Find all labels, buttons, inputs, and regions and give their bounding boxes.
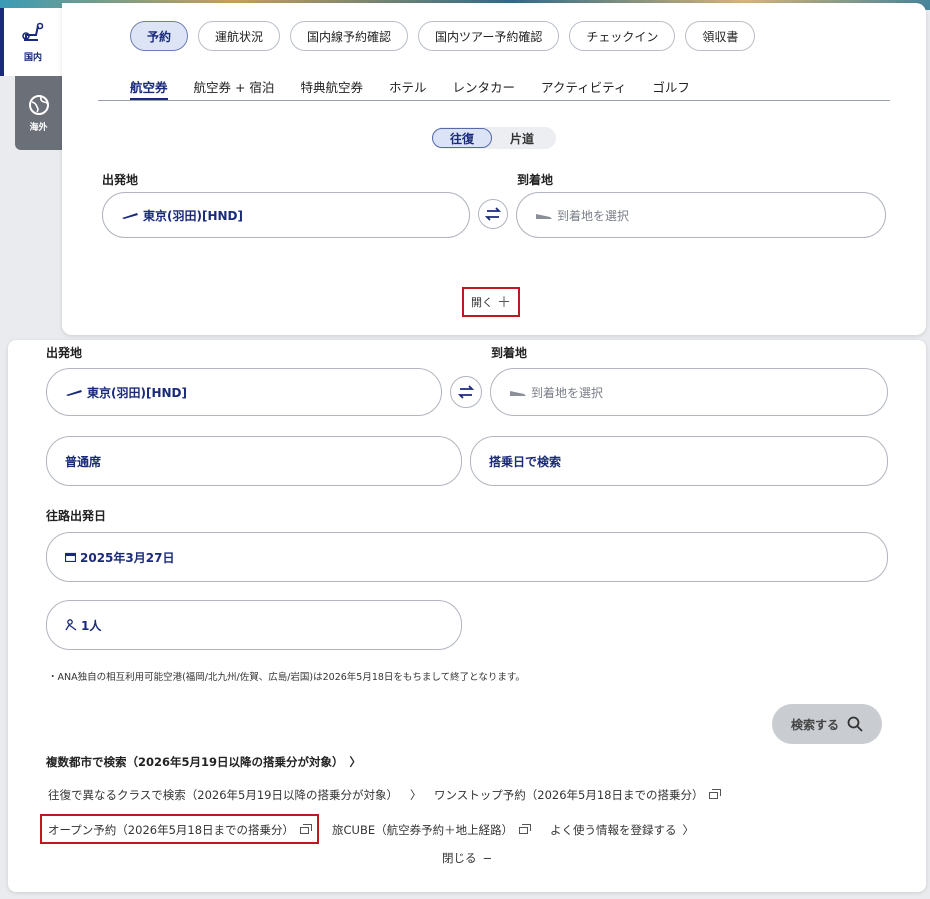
domestic-tab[interactable]: 国内 [0, 8, 62, 76]
swap-button-2[interactable] [450, 376, 482, 408]
tab-golf[interactable]: ゴルフ [652, 73, 690, 100]
nav-checkin[interactable]: チェックイン [569, 21, 676, 51]
passenger-value: 1人 [81, 618, 102, 633]
departure-label: 出発地 [102, 173, 139, 187]
plus-icon: ＋ [497, 295, 511, 311]
plane-takeoff-icon [122, 213, 138, 219]
external-link-icon [300, 823, 313, 834]
international-tab-label: 海外 [29, 122, 48, 133]
open-booking-link[interactable]: オープン予約（2026年5月18日までの搭乗分） [48, 822, 313, 838]
nav-tour-booking-check[interactable]: 国内ツアー予約確認 [418, 21, 560, 51]
nav-flight-status[interactable]: 運航状況 [198, 21, 281, 51]
arrival-label-2: 到着地 [491, 346, 528, 360]
multi-city-label: 複数都市で検索（2026年5月19日以降の搭乗分が対象） [46, 755, 344, 769]
trip-type-toggle: 往復 片道 [432, 127, 556, 149]
seat-icon [22, 22, 44, 41]
product-tabs: 航空券 航空券 + 宿泊 特典航空券 ホテル レンタカー アクティビティ ゴルフ [98, 73, 890, 101]
globe-icon [28, 94, 49, 115]
minus-icon: − [482, 851, 493, 865]
international-tab[interactable]: 海外 [15, 76, 62, 150]
tab-award-ticket[interactable]: 特典航空券 [300, 73, 363, 100]
person-icon [65, 619, 77, 631]
departure-label-2: 出発地 [46, 346, 83, 360]
one-stop-link[interactable]: ワンストップ予約（2026年5月18日までの搭乗分） [434, 787, 722, 803]
tab-air-ticket[interactable]: 航空券 [130, 73, 168, 100]
arrival-placeholder-2: 到着地を選択 [531, 385, 604, 400]
top-nav: 予約 運航状況 国内線予約確認 国内ツアー予約確認 チェックイン 領収書 [130, 21, 756, 51]
swap-button[interactable] [478, 199, 508, 229]
calendar-icon [65, 552, 76, 562]
nav-domestic-booking-check[interactable]: 国内線予約確認 [290, 21, 409, 51]
open-label: 開く [471, 296, 493, 309]
departure-value-2: 東京(羽田)[HND] [87, 385, 187, 400]
nav-receipt[interactable]: 領収書 [685, 21, 756, 51]
seat-class-value: 普通席 [65, 454, 102, 469]
arrival-field-2[interactable]: 到着地を選択 [490, 368, 888, 416]
search-button[interactable]: 検索する [772, 704, 882, 744]
tabi-cube-link[interactable]: 旅CUBE（航空券予約＋地上経路） [332, 822, 532, 838]
chevron-right-icon: 〉 [682, 823, 695, 837]
one-way-option[interactable]: 片道 [492, 128, 552, 148]
different-class-label: 往復で異なるクラスで検索（2026年5月19日以降の搭乗分が対象） [48, 788, 398, 802]
external-link-icon [709, 788, 722, 799]
swap-icon [458, 385, 474, 399]
external-link-icon [519, 823, 532, 834]
different-class-link[interactable]: 往復で異なるクラスで検索（2026年5月19日以降の搭乗分が対象） 〉 [48, 787, 421, 803]
multi-city-link[interactable]: 複数都市で検索（2026年5月19日以降の搭乗分が対象） 〉 [46, 754, 361, 770]
departure-value: 東京(羽田)[HND] [143, 208, 243, 223]
nav-reservation[interactable]: 予約 [130, 21, 189, 51]
close-button[interactable]: 閉じる − [442, 850, 492, 866]
departure-field[interactable]: 東京(羽田)[HND] [102, 192, 470, 238]
arrival-field[interactable]: 到着地を選択 [516, 192, 886, 238]
date-value: 2025年3月27日 [80, 550, 175, 565]
search-button-label: 検索する [790, 717, 839, 732]
search-by-select[interactable]: 搭乗日で検索 [470, 436, 888, 486]
plane-landing-icon [536, 214, 552, 219]
one-stop-label: ワンストップ予約（2026年5月18日までの搭乗分） [434, 788, 704, 802]
swap-icon [485, 207, 501, 221]
tabi-cube-label: 旅CUBE（航空券予約＋地上経路） [332, 823, 514, 837]
chevron-right-icon: 〉 [409, 788, 422, 802]
tab-activity[interactable]: アクティビティ [541, 73, 626, 100]
tab-rental-car[interactable]: レンタカー [452, 73, 515, 100]
close-label: 閉じる [442, 851, 477, 865]
departure-field-2[interactable]: 東京(羽田)[HND] [46, 368, 442, 416]
tab-air-hotel[interactable]: 航空券 + 宿泊 [194, 73, 275, 100]
chevron-right-icon: 〉 [349, 755, 362, 769]
open-more-button[interactable]: 開く ＋ [462, 287, 520, 317]
seat-class-select[interactable]: 普通席 [46, 436, 462, 486]
search-icon [847, 716, 863, 732]
arrival-placeholder: 到着地を選択 [557, 208, 630, 223]
arrival-label: 到着地 [517, 173, 554, 187]
plane-landing-icon [510, 391, 526, 396]
tab-hotel[interactable]: ホテル [389, 73, 427, 100]
passenger-field[interactable]: 1人 [46, 600, 462, 650]
register-info-link[interactable]: よく使う情報を登録する 〉 [550, 822, 694, 838]
departure-date-field[interactable]: 2025年3月27日 [46, 532, 888, 582]
open-booking-label: オープン予約（2026年5月18日までの搭乗分） [48, 823, 295, 837]
register-info-label: よく使う情報を登録する [550, 823, 677, 837]
domestic-tab-label: 国内 [23, 52, 42, 63]
search-by-value: 搭乗日で検索 [489, 454, 562, 469]
airport-note: ・ANA独自の相互利用可能空港(福岡/北九州/佐賀、広島/岩国)は2026年5月… [48, 672, 525, 683]
round-trip-option[interactable]: 往復 [432, 128, 492, 148]
search-panel-collapsed: 予約 運航状況 国内線予約確認 国内ツアー予約確認 チェックイン 領収書 航空券… [62, 3, 926, 335]
plane-takeoff-icon [66, 390, 82, 396]
search-panel-expanded: 出発地 東京(羽田)[HND] 到着地 到着地を選択 普通席 搭乗日で検索 往路… [8, 340, 926, 892]
date-label: 往路出発日 [46, 509, 107, 523]
